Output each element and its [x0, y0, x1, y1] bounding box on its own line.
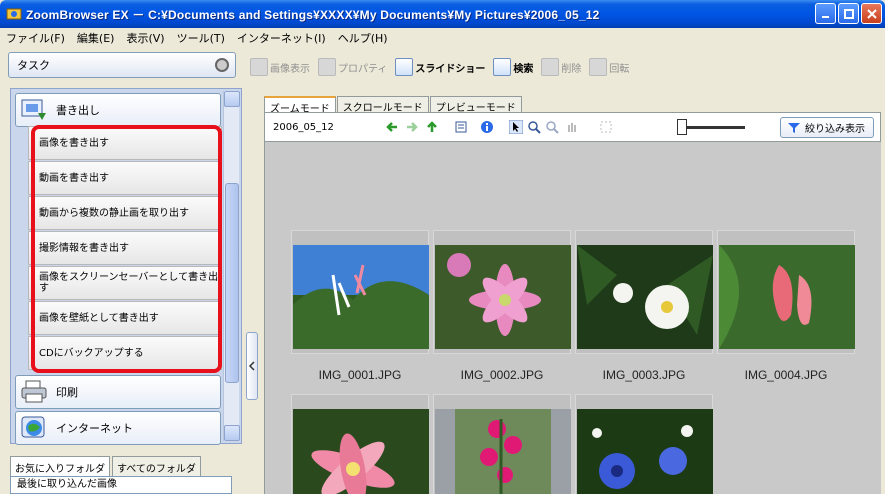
slideshow-icon: [395, 58, 414, 76]
info-icon[interactable]: [480, 120, 494, 134]
printer-icon: [21, 380, 47, 403]
photo-2: [435, 245, 571, 349]
minimize-button[interactable]: [815, 3, 836, 24]
task-export-screensaver[interactable]: 画像をスクリーンセーバーとして書き出す: [28, 266, 222, 300]
thumbnail-1[interactable]: [291, 230, 429, 354]
category-print[interactable]: 印刷: [15, 375, 221, 409]
thumbnail-6[interactable]: [433, 394, 571, 494]
tab-all-folders[interactable]: すべてのフォルダ: [112, 456, 201, 476]
photo-4: [719, 245, 855, 349]
category-internet-label: インターネット: [56, 422, 133, 435]
scroll-up-button[interactable]: [224, 91, 240, 107]
select-menu-icon[interactable]: [455, 120, 469, 134]
filter-view-button[interactable]: 絞り込み表示: [780, 117, 874, 138]
menu-edit[interactable]: 編集(E): [77, 30, 115, 46]
zoom-in-icon[interactable]: [527, 120, 541, 134]
menu-internet[interactable]: インターネット(I): [237, 30, 326, 46]
scroll-thumb[interactable]: [225, 183, 239, 383]
up-arrow-icon[interactable]: [425, 120, 439, 134]
image-view-icon: [250, 58, 268, 76]
trash-icon: [541, 58, 560, 76]
forward-arrow-icon[interactable]: [405, 120, 419, 134]
photo-6: [435, 409, 571, 494]
task-export-shooting-info[interactable]: 撮影情報を書き出す: [28, 231, 222, 265]
zoom-slider-track[interactable]: [685, 126, 745, 129]
menu-bar: ファイル(F) 編集(E) 表示(V) ツール(T) インターネット(I) ヘル…: [0, 28, 885, 48]
maximize-button[interactable]: [838, 3, 859, 24]
fit-icon[interactable]: [599, 120, 613, 134]
category-export[interactable]: 書き出し: [15, 93, 221, 127]
menu-help[interactable]: ヘルプ(H): [338, 30, 388, 46]
task-selector[interactable]: タスク: [8, 52, 236, 78]
properties-icon: [318, 58, 336, 76]
photo-3: [577, 245, 713, 349]
task-scrollbar[interactable]: [223, 91, 240, 441]
search-icon: [493, 58, 512, 76]
tab-favorite-folders[interactable]: お気に入りフォルダ: [10, 456, 110, 476]
folder-tabs: お気に入りフォルダ すべてのフォルダ: [10, 456, 203, 476]
delete-button[interactable]: 削除: [541, 58, 581, 76]
thumbnail-2-caption: IMG_0002.JPG: [460, 368, 544, 382]
toolbar: 画像表示 プロパティ スライドショー 検索 削除 回転: [250, 54, 629, 80]
rotate-icon: [589, 58, 608, 76]
gear-icon[interactable]: [215, 58, 229, 72]
rotate-button[interactable]: 回転: [589, 58, 629, 76]
thumbnail-4[interactable]: [717, 230, 855, 354]
globe-icon: [21, 416, 45, 438]
app-icon: [6, 8, 22, 20]
thumbnail-4-caption: IMG_0004.JPG: [744, 368, 828, 382]
thumbnail-3[interactable]: [575, 230, 713, 354]
category-export-label: 書き出し: [56, 104, 100, 117]
thumbnail-1-caption: IMG_0001.JPG: [318, 368, 402, 382]
favorite-folder-item[interactable]: 最後に取り込んだ画像: [10, 476, 232, 494]
pointer-icon[interactable]: [509, 120, 523, 134]
task-extract-stills[interactable]: 動画から複数の静止画を取り出す: [28, 196, 222, 230]
view-image-button[interactable]: 画像表示: [250, 58, 310, 76]
filter-icon: [788, 122, 800, 133]
category-print-label: 印刷: [56, 386, 78, 399]
menu-file[interactable]: ファイル(F): [6, 30, 65, 46]
export-task-list: 画像を書き出す 動画を書き出す 動画から複数の静止画を取り出す 撮影情報を書き出…: [28, 126, 222, 371]
menu-view[interactable]: 表示(V): [126, 30, 164, 46]
slideshow-button[interactable]: スライドショー: [395, 58, 485, 76]
photo-1: [293, 245, 429, 349]
thumbnail-5[interactable]: [291, 394, 429, 494]
menu-tools[interactable]: ツール(T): [177, 30, 225, 46]
task-export-images[interactable]: 画像を書き出す: [28, 126, 222, 160]
title-bar: ZoomBrowser EX － C:¥Documents and Settin…: [0, 0, 885, 28]
task-backup-cd[interactable]: CDにバックアップする: [28, 336, 222, 370]
browser-toolbar: 2006_05_12 絞り込み表示: [264, 112, 881, 142]
thumbnail-7[interactable]: [575, 394, 713, 494]
close-button[interactable]: [861, 3, 882, 24]
task-export-wallpaper[interactable]: 画像を壁紙として書き出す: [28, 301, 222, 335]
scroll-down-button[interactable]: [224, 425, 240, 441]
photo-7: [577, 409, 713, 494]
category-internet[interactable]: インターネット: [15, 411, 221, 445]
search-button[interactable]: 検索: [493, 58, 533, 76]
export-icon: [21, 99, 46, 120]
collapse-pane-button[interactable]: [246, 332, 258, 400]
thumbnail-3-caption: IMG_0003.JPG: [602, 368, 686, 382]
properties-button[interactable]: プロパティ: [318, 58, 387, 76]
thumbnail-2[interactable]: [433, 230, 571, 354]
zoom-slider-thumb[interactable]: [677, 119, 687, 135]
task-export-movies[interactable]: 動画を書き出す: [28, 161, 222, 195]
photo-5: [293, 409, 429, 494]
back-arrow-icon[interactable]: [385, 120, 399, 134]
task-label: タスク: [17, 59, 50, 72]
current-folder: 2006_05_12: [273, 122, 334, 133]
hand-icon[interactable]: [565, 120, 579, 134]
chevron-left-icon: [248, 361, 255, 371]
zoom-out-icon[interactable]: [545, 120, 559, 134]
thumbnail-grid: IMG_0001.JPG IMG_0002.JPG IMG_0003.JPG I…: [264, 142, 881, 494]
window-title: ZoomBrowser EX － C:¥Documents and Settin…: [26, 7, 600, 22]
